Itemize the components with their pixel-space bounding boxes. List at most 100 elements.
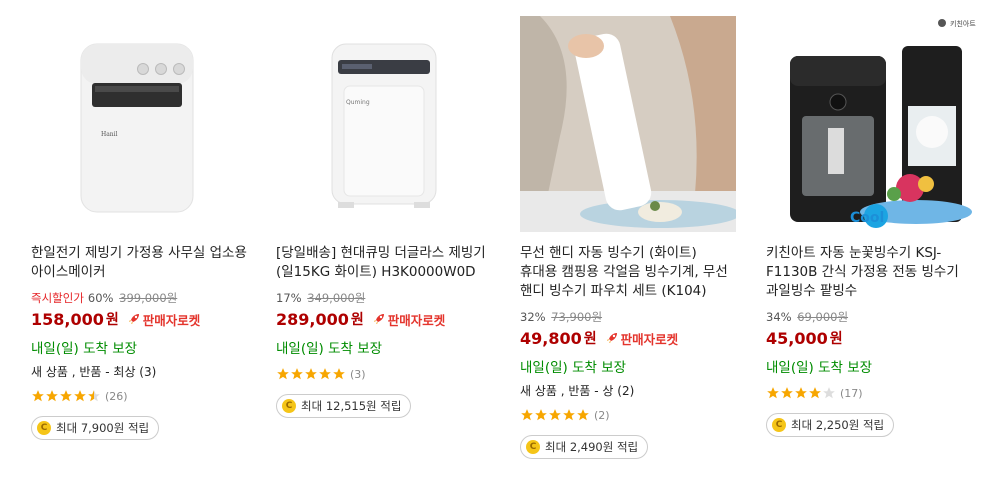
original-price: 69,000원 — [797, 310, 849, 324]
original-price: 399,000원 — [119, 291, 178, 305]
price-info: 34% 69,000원 — [766, 309, 982, 325]
product-title[interactable]: [당일배송] 현대큐밍 더글라스 제빙기 (일15KG 화이트) H3K0000… — [276, 244, 492, 282]
star-icon — [577, 409, 589, 421]
product-grid: Hanil 한일전기 제빙기 가정용 사무실 업소용 아이스메이커 즉시할인가 6… — [0, 0, 989, 492]
svg-text:Hanil: Hanil — [101, 131, 118, 138]
delivery-guarantee: 내일(일) 도착 보장 — [520, 360, 627, 376]
product-card[interactable]: 무선 핸디 자동 빙수기 (화이트) 휴대용 캠핑용 각얼음 빙수기계, 무선 … — [520, 16, 736, 459]
star-icon — [781, 387, 793, 399]
product-image[interactable]: 키친아트 Cool — [766, 16, 982, 232]
product-title[interactable]: 한일전기 제빙기 가정용 사무실 업소용 아이스메이커 — [31, 244, 247, 282]
rating: (3) — [276, 366, 492, 382]
image-badge: Cool — [850, 210, 884, 226]
price-line: 45,000 원 — [766, 327, 982, 349]
rating: (17) — [766, 385, 982, 401]
review-count: (17) — [840, 386, 863, 400]
star-icon — [549, 409, 561, 421]
reward-badge: C 최대 7,900원 적립 — [31, 416, 160, 440]
star-icon — [535, 409, 547, 421]
rocket-icon — [606, 333, 617, 343]
star-icon — [521, 409, 533, 421]
coin-icon: C — [526, 440, 540, 454]
reward-badge: C 최대 12,515원 적립 — [276, 394, 412, 418]
currency-unit: 원 — [583, 331, 597, 347]
star-rating — [766, 386, 836, 400]
star-icon — [305, 368, 317, 380]
price-line: 289,000 원 판매자로켓 — [276, 308, 492, 330]
star-icon — [60, 390, 72, 402]
star-icon — [809, 387, 821, 399]
empty-star-icon — [823, 387, 835, 399]
star-icon — [319, 368, 331, 380]
reward-badge: C 최대 2,250원 적립 — [766, 413, 895, 437]
half-star-icon — [88, 390, 100, 402]
discount-rate: 17% — [276, 291, 302, 305]
delivery-guarantee: 내일(일) 도착 보장 — [31, 341, 138, 357]
star-icon — [46, 390, 58, 402]
sale-price: 49,800 — [520, 328, 582, 348]
product-card[interactable]: Quming [당일배송] 현대큐밍 더글라스 제빙기 (일15KG 화이트) … — [276, 16, 492, 418]
review-count: (3) — [350, 367, 366, 381]
reward-text: 최대 2,250원 적립 — [791, 418, 885, 432]
review-count: (26) — [105, 389, 128, 403]
reward-text: 최대 2,490원 적립 — [545, 440, 639, 454]
price-info: 즉시할인가 60% 399,000원 — [31, 290, 247, 306]
reward-badge: C 최대 2,490원 적립 — [520, 435, 649, 459]
rocket-icon — [128, 314, 139, 324]
price-line: 49,800 원 판매자로켓 — [520, 327, 736, 349]
discount-rate: 32% — [520, 310, 546, 324]
seller-rocket-badge: 판매자로켓 — [372, 310, 446, 329]
star-icon — [32, 390, 44, 402]
product-card[interactable]: Hanil 한일전기 제빙기 가정용 사무실 업소용 아이스메이커 즉시할인가 6… — [31, 16, 247, 440]
rating: (2) — [520, 407, 736, 423]
product-option[interactable]: 새 상품 , 반품 - 상 (2) — [520, 383, 736, 399]
product-title[interactable]: 무선 핸디 자동 빙수기 (화이트) 휴대용 캠핑용 각얼음 빙수기계, 무선 … — [520, 244, 736, 301]
instant-discount-label: 즉시할인가 — [31, 291, 84, 305]
rocket-label: 판매자로켓 — [387, 312, 446, 328]
rocket-label: 판매자로켓 — [142, 312, 201, 328]
reward-text: 최대 7,900원 적립 — [56, 421, 150, 435]
rating: (26) — [31, 388, 247, 404]
original-price: 73,900원 — [551, 310, 603, 324]
seller-rocket-badge: 판매자로켓 — [127, 310, 201, 329]
review-count: (2) — [594, 408, 610, 422]
star-icon — [795, 387, 807, 399]
delivery-guarantee: 내일(일) 도착 보장 — [276, 341, 383, 357]
star-rating — [276, 367, 346, 381]
star-icon — [74, 390, 86, 402]
image-brand: Quming — [346, 99, 370, 106]
price-info: 17% 349,000원 — [276, 290, 492, 306]
product-image[interactable]: Hanil — [31, 16, 247, 232]
star-rating — [31, 389, 101, 403]
sale-price: 289,000 — [276, 309, 349, 329]
sale-price: 45,000 — [766, 328, 828, 348]
product-image[interactable]: Quming — [276, 16, 492, 232]
rocket-label: 판매자로켓 — [620, 331, 679, 347]
currency-unit: 원 — [105, 312, 119, 328]
delivery-guarantee: 내일(일) 도착 보장 — [766, 360, 873, 376]
price-info: 32% 73,900원 — [520, 309, 736, 325]
star-icon — [563, 409, 575, 421]
original-price: 349,000원 — [307, 291, 366, 305]
coin-icon: C — [282, 399, 296, 413]
star-icon — [333, 368, 345, 380]
star-icon — [277, 368, 289, 380]
rocket-icon — [373, 314, 384, 324]
product-card[interactable]: 키친아트 Cool 키친아트 자동 눈꽃빙수기 KSJ-F1130B 간식 가정… — [766, 16, 982, 437]
coin-icon: C — [772, 418, 786, 432]
discount-rate: 60% — [87, 291, 114, 305]
sale-price: 158,000 — [31, 309, 104, 329]
product-option[interactable]: 새 상품 , 반품 - 최상 (3) — [31, 364, 247, 380]
seller-rocket-badge: 판매자로켓 — [605, 329, 679, 348]
image-brand: 키친아트 — [950, 19, 976, 28]
product-image[interactable] — [520, 16, 736, 232]
discount-rate: 34% — [766, 310, 792, 324]
product-title[interactable]: 키친아트 자동 눈꽃빙수기 KSJ-F1130B 간식 가정용 전동 빙수기 과… — [766, 244, 982, 301]
star-icon — [767, 387, 779, 399]
currency-unit: 원 — [829, 331, 843, 347]
reward-text: 최대 12,515원 적립 — [301, 399, 402, 413]
currency-unit: 원 — [350, 312, 364, 328]
coin-icon: C — [37, 421, 51, 435]
price-line: 158,000 원 판매자로켓 — [31, 308, 247, 330]
star-icon — [291, 368, 303, 380]
